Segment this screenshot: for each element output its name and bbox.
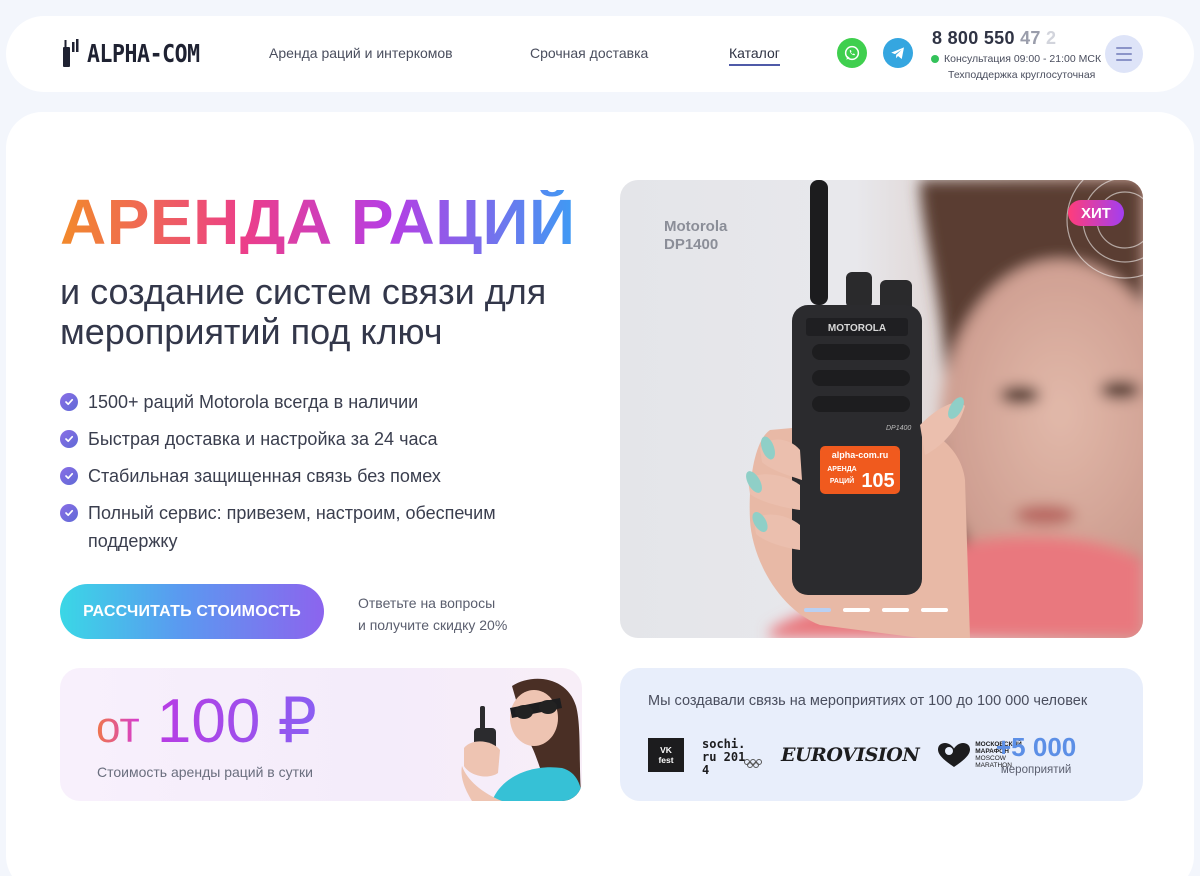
discount-note-line: Ответьте на вопросы xyxy=(358,595,496,611)
events-counter-label: мероприятий xyxy=(1000,764,1072,776)
heart-icon xyxy=(938,743,971,767)
consultation-hours: Консультация 09:00 - 21:00 МСК xyxy=(931,53,1101,65)
price-value: 100 ₽ xyxy=(156,687,318,756)
events-counter-value: +5 000 xyxy=(996,732,1077,762)
nav-link-rental[interactable]: Аренда раций и интеркомов xyxy=(269,45,453,61)
product-model-line: DP1400 xyxy=(664,236,719,253)
feature-item: Стабильная защищенная связь без помех xyxy=(60,462,530,490)
price-card: от 100 ₽ Стоимость аренды раций в сутки xyxy=(60,668,582,801)
check-icon xyxy=(60,467,78,485)
olympic-rings-icon xyxy=(744,759,762,768)
feature-text: 1500+ раций Motorola всегда в наличии xyxy=(88,392,419,412)
nav-link-catalog[interactable]: Каталог xyxy=(729,45,780,66)
hit-badge: ХИТ xyxy=(1068,200,1124,226)
site-header: ALPHA-COM Аренда раций и интеркомов Сроч… xyxy=(6,16,1194,92)
logo[interactable]: ALPHA-COM xyxy=(60,38,218,68)
hero-title: АРЕНДА РАЦИЙ xyxy=(60,186,576,258)
feature-item: 1500+ раций Motorola всегда в наличии xyxy=(60,388,530,416)
price-display: от 100 ₽ xyxy=(96,687,318,756)
phone-tail: 2 xyxy=(1040,28,1057,48)
radio-model: DP1400 xyxy=(886,425,911,432)
logo-text: ALPHA-COM xyxy=(87,38,200,68)
feature-item: Быстрая доставка и настройка за 24 часа xyxy=(60,425,530,453)
partner-logos: VK fest sochi.ru 2014 EUROVISION МОСКОВС… xyxy=(648,738,1022,777)
phone-mid: 47 xyxy=(1020,28,1041,48)
sticker-site: alpha-com.ru xyxy=(832,450,889,460)
slider-dot[interactable] xyxy=(921,608,948,612)
telegram-icon[interactable] xyxy=(883,38,913,68)
feature-text: Стабильная защищенная связь без помех xyxy=(88,466,441,486)
sticker-line: РАЦИЙ xyxy=(830,476,854,485)
slider-dots xyxy=(804,608,948,612)
vk-fest-logo: VK fest xyxy=(648,738,684,772)
sochi-2014-logo: sochi.ru 2014 xyxy=(702,738,762,777)
logo-mark-icon xyxy=(60,38,80,68)
discount-note: Ответьте на вопросы и получите скидку 20… xyxy=(358,592,507,636)
consultation-text: Консультация 09:00 - 21:00 МСК xyxy=(944,53,1102,65)
online-status-icon xyxy=(931,55,939,63)
feature-text: Быстрая доставка и настройка за 24 часа xyxy=(88,429,438,449)
events-title: Мы создавали связь на мероприятиях от 10… xyxy=(648,693,1088,709)
menu-icon[interactable] xyxy=(1105,35,1143,73)
events-counter: +5 000 мероприятий xyxy=(996,734,1076,776)
price-prefix: от xyxy=(96,703,140,752)
product-model-line: Motorola xyxy=(664,218,728,235)
check-icon xyxy=(60,393,78,411)
product-model: Motorola DP1400 xyxy=(664,218,727,254)
calculate-cost-button[interactable]: РАССЧИТАТЬ СТОИМОСТЬ xyxy=(60,584,324,639)
check-icon xyxy=(60,430,78,448)
product-photo[interactable]: MOTOROLA DP1400 alpha-com.ru АРЕНДА РАЦИ… xyxy=(620,180,1143,638)
events-card: Мы создавали связь на мероприятиях от 10… xyxy=(620,668,1143,801)
radio-brand: MOTOROLA xyxy=(828,323,886,334)
whatsapp-icon[interactable] xyxy=(837,38,867,68)
phone-main: 8 800 550 xyxy=(932,28,1021,48)
feature-list: 1500+ раций Motorola всегда в наличии Бы… xyxy=(60,388,530,564)
eurovision-logo: EUROVISION xyxy=(781,744,920,766)
feature-item: Полный сервис: привезем, настроим, обесп… xyxy=(60,499,530,555)
sticker-line: АРЕНДА xyxy=(827,466,857,473)
woman-with-radio-image xyxy=(461,678,582,801)
support-hours: Техподдержка круглосуточная xyxy=(948,69,1096,81)
check-icon xyxy=(60,504,78,522)
sticker-number: 105 xyxy=(861,470,894,492)
nav-link-delivery[interactable]: Срочная доставка xyxy=(530,45,648,61)
slider-dot[interactable] xyxy=(882,608,909,612)
phone-number[interactable]: 8 800 550 47 2 xyxy=(932,28,1056,49)
price-caption: Стоимость аренды раций в сутки xyxy=(97,764,313,780)
feature-text: Полный сервис: привезем, настроим, обесп… xyxy=(88,503,496,551)
slider-dot[interactable] xyxy=(804,608,831,612)
hero-subtitle: и создание систем связи для мероприятий … xyxy=(60,271,547,352)
slider-dot[interactable] xyxy=(843,608,870,612)
discount-note-line: и получите скидку 20% xyxy=(358,617,508,633)
